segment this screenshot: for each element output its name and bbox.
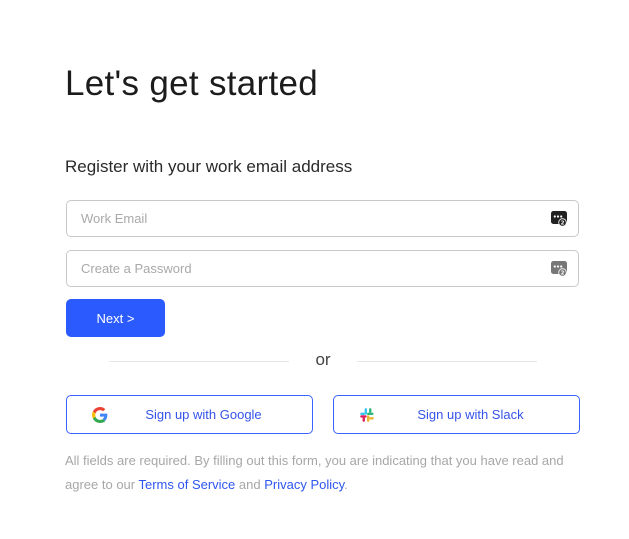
password-input[interactable] (67, 251, 578, 286)
svg-text:2: 2 (561, 221, 565, 227)
password-manager-icon[interactable]: 2 (551, 261, 567, 277)
email-input[interactable] (67, 201, 578, 236)
password-field-container: 2 (66, 250, 579, 287)
slack-signup-button[interactable]: Sign up with Slack (333, 395, 580, 434)
legal-text-middle: and (235, 477, 265, 492)
divider-line-left (109, 361, 289, 362)
legal-text-suffix: . (344, 477, 348, 492)
google-signup-label: Sign up with Google (145, 407, 262, 422)
svg-text:2: 2 (561, 271, 565, 277)
email-field-container: 2 (66, 200, 579, 237)
privacy-policy-link[interactable]: Privacy Policy (264, 477, 344, 492)
divider-line-right (357, 361, 537, 362)
google-signup-button[interactable]: Sign up with Google (66, 395, 313, 434)
terms-of-service-link[interactable]: Terms of Service (138, 477, 235, 492)
slack-signup-label: Sign up with Slack (417, 407, 524, 422)
legal-notice: All fields are required. By filling out … (65, 449, 580, 497)
page-subtitle: Register with your work email address (65, 157, 353, 176)
password-manager-icon[interactable]: 2 (551, 211, 567, 227)
page-title: Let's get started (65, 64, 319, 103)
next-button[interactable]: Next > (66, 299, 165, 337)
divider-or-text: or (315, 350, 331, 369)
